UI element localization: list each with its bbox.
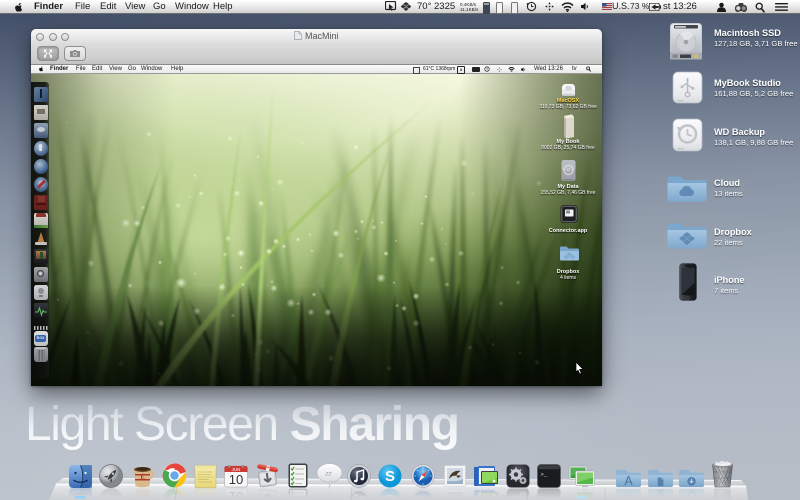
svg-text:A: A [624,474,633,488]
svg-text:S: S [385,468,395,485]
svg-text:10: 10 [229,472,243,487]
svg-text:zz: zz [324,471,332,478]
svg-text:>_: >_ [540,471,547,478]
svg-text:JUN: JUN [232,467,241,472]
svg-text:É: É [140,473,144,481]
